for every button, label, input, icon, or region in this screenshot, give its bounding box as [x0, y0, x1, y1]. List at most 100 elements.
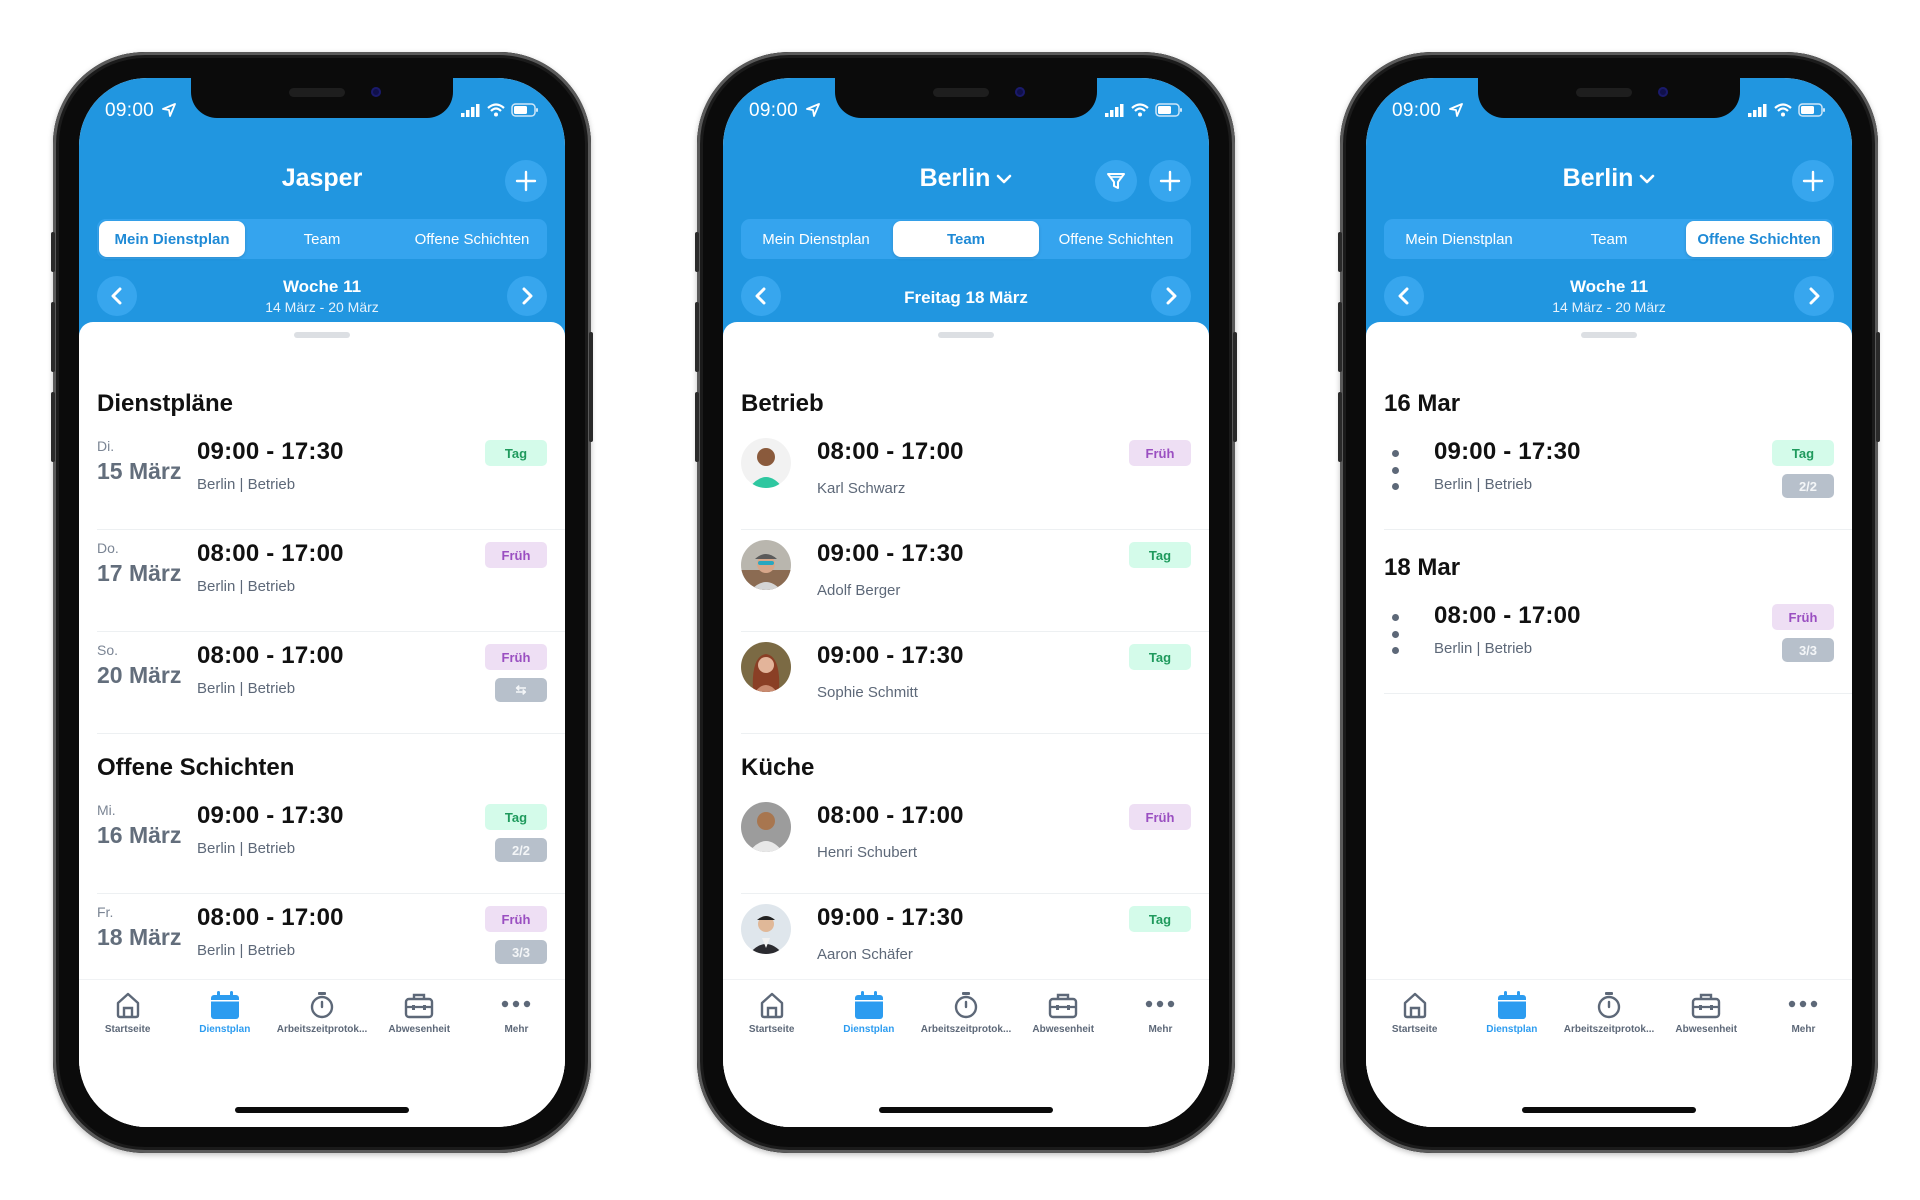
- plus-icon: [1802, 170, 1824, 192]
- power-button: [1876, 332, 1880, 442]
- shift-location: Berlin | Betrieb: [197, 942, 296, 959]
- employee-name: Aaron Schäfer: [817, 946, 913, 963]
- next-week-button[interactable]: [1794, 276, 1834, 316]
- more-options-icon[interactable]: [1390, 614, 1400, 654]
- segment-mein-dienstplan[interactable]: Mein Dienstplan: [1386, 221, 1532, 257]
- section-title: Betrieb: [741, 390, 824, 417]
- battery-icon: [1155, 103, 1182, 117]
- volume-up-button: [1338, 302, 1342, 372]
- tab-arbeitszeitprotokoll[interactable]: Arbeitszeitprotok...: [1560, 980, 1657, 1050]
- shift-type-badge: Früh: [485, 542, 547, 568]
- open-shift-row[interactable]: 08:00 - 17:00 Berlin | Betrieb Früh 3/3: [1384, 592, 1852, 694]
- home-indicator[interactable]: [1522, 1107, 1696, 1113]
- weekday: Fr.: [97, 904, 114, 920]
- previous-week-button[interactable]: [1384, 276, 1424, 316]
- location-arrow-icon: [805, 103, 820, 117]
- tab-abwesenheit[interactable]: Abwesenheit: [371, 980, 468, 1050]
- home-icon: [1403, 992, 1426, 1019]
- location-selector[interactable]: Berlin: [1366, 164, 1852, 193]
- wifi-icon: [1131, 103, 1149, 117]
- title-row: Berlin: [723, 156, 1209, 208]
- team-shift-row[interactable]: 09:00 - 17:30 Adolf Berger Tag: [741, 530, 1209, 632]
- tab-dienstplan[interactable]: Dienstplan: [1463, 980, 1560, 1050]
- bottom-tab-bar: Startseite Dienstplan Arbeitszeitprotok.…: [1366, 979, 1852, 1127]
- slots-badge: 2/2: [1782, 474, 1834, 498]
- app-header: 09:00 Berlin Mein Dienstplan Team Offene…: [1366, 78, 1852, 348]
- filter-button[interactable]: [1095, 160, 1137, 202]
- team-shift-row[interactable]: 09:00 - 17:30 Sophie Schmitt Tag: [741, 632, 1209, 734]
- tab-dienstplan[interactable]: Dienstplan: [176, 980, 273, 1050]
- add-shift-button[interactable]: [1792, 160, 1834, 202]
- tab-mehr[interactable]: Mehr: [468, 980, 565, 1050]
- date: 17 März: [97, 560, 182, 586]
- home-indicator[interactable]: [879, 1107, 1053, 1113]
- tab-mehr[interactable]: Mehr: [1112, 980, 1209, 1050]
- tab-arbeitszeitprotokoll[interactable]: Arbeitszeitprotok...: [917, 980, 1014, 1050]
- screen: 09:00 Berlin Mein Dienstplan Team Offene…: [723, 78, 1209, 1127]
- shift-type-badge: Tag: [485, 804, 547, 830]
- previous-week-button[interactable]: [97, 276, 137, 316]
- calendar-icon: [210, 991, 239, 1019]
- shift-type-badge: Früh: [485, 644, 547, 670]
- sheet-grabber[interactable]: [294, 332, 350, 338]
- location-arrow-icon: [1448, 103, 1463, 117]
- tab-abwesenheit[interactable]: Abwesenheit: [1658, 980, 1755, 1050]
- briefcase-icon: [1692, 993, 1721, 1019]
- shift-time: 09:00 - 17:30: [197, 802, 344, 829]
- bottom-tab-bar: Startseite Dienstplan Arbeitszeitprotok.…: [79, 979, 565, 1127]
- wifi-icon: [487, 103, 505, 117]
- week-navigator: Woche 11 14 März - 20 März: [1384, 274, 1834, 322]
- add-shift-button[interactable]: [1149, 160, 1191, 202]
- segment-mein-dienstplan[interactable]: Mein Dienstplan: [99, 221, 245, 257]
- segment-team[interactable]: Team: [1536, 221, 1682, 257]
- shift-type-badge: Tag: [1129, 542, 1191, 568]
- home-indicator[interactable]: [235, 1107, 409, 1113]
- date-heading: 16 Mar: [1384, 390, 1461, 417]
- swap-badge: ⇆: [495, 678, 547, 702]
- employee-name: Henri Schubert: [817, 844, 918, 861]
- segment-mein-dienstplan[interactable]: Mein Dienstplan: [743, 221, 889, 257]
- tab-startseite[interactable]: Startseite: [79, 980, 176, 1050]
- tab-mehr[interactable]: Mehr: [1755, 980, 1852, 1050]
- tab-dienstplan[interactable]: Dienstplan: [820, 980, 917, 1050]
- previous-day-button[interactable]: [741, 276, 781, 316]
- segment-offene-schichten[interactable]: Offene Schichten: [1686, 221, 1832, 257]
- view-segmented-control: Mein Dienstplan Team Offene Schichten: [97, 219, 547, 259]
- shift-row[interactable]: Di. 15 März 09:00 - 17:30 Berlin | Betri…: [97, 428, 565, 530]
- volume-down-button: [51, 392, 55, 462]
- chevron-right-icon: [522, 287, 533, 305]
- next-day-button[interactable]: [1151, 276, 1191, 316]
- shift-time: 09:00 - 17:30: [817, 642, 964, 669]
- team-shift-row[interactable]: 08:00 - 17:00 Henri Schubert Früh: [741, 792, 1209, 894]
- power-button: [1233, 332, 1237, 442]
- shift-type-badge: Früh: [485, 906, 547, 932]
- more-options-icon[interactable]: [1390, 450, 1400, 490]
- next-week-button[interactable]: [507, 276, 547, 316]
- shift-time: 08:00 - 17:00: [817, 438, 964, 465]
- title-row: Jasper: [79, 156, 565, 208]
- shift-row[interactable]: So. 20 März 08:00 - 17:00 Berlin | Betri…: [97, 632, 565, 734]
- shift-list: Dienstpläne Di. 15 März 09:00 - 17:30 Be…: [97, 372, 565, 996]
- sheet-grabber[interactable]: [1581, 332, 1637, 338]
- open-shift-row[interactable]: 09:00 - 17:30 Berlin | Betrieb Tag 2/2: [1384, 428, 1852, 530]
- mute-switch: [1338, 232, 1342, 272]
- tab-startseite[interactable]: Startseite: [723, 980, 820, 1050]
- team-shift-row[interactable]: 08:00 - 17:00 Karl Schwarz Früh: [741, 428, 1209, 530]
- volume-down-button: [695, 392, 699, 462]
- view-segmented-control: Mein Dienstplan Team Offene Schichten: [1384, 219, 1834, 259]
- week-range: 14 März - 20 März: [265, 299, 379, 315]
- shift-row[interactable]: Do. 17 März 08:00 - 17:00 Berlin | Betri…: [97, 530, 565, 632]
- segment-team[interactable]: Team: [893, 221, 1039, 257]
- open-shift-row[interactable]: Mi. 16 März 09:00 - 17:30 Berlin | Betri…: [97, 792, 565, 894]
- section-title: Offene Schichten: [97, 754, 295, 781]
- status-icons: [1105, 103, 1183, 117]
- tab-arbeitszeitprotokoll[interactable]: Arbeitszeitprotok...: [273, 980, 370, 1050]
- segment-offene-schichten[interactable]: Offene Schichten: [1043, 221, 1189, 257]
- segment-offene-schichten[interactable]: Offene Schichten: [399, 221, 545, 257]
- tab-abwesenheit[interactable]: Abwesenheit: [1015, 980, 1112, 1050]
- employee-name: Adolf Berger: [817, 582, 901, 599]
- sheet-grabber[interactable]: [938, 332, 994, 338]
- segment-team[interactable]: Team: [249, 221, 395, 257]
- tab-startseite[interactable]: Startseite: [1366, 980, 1463, 1050]
- add-shift-button[interactable]: [505, 160, 547, 202]
